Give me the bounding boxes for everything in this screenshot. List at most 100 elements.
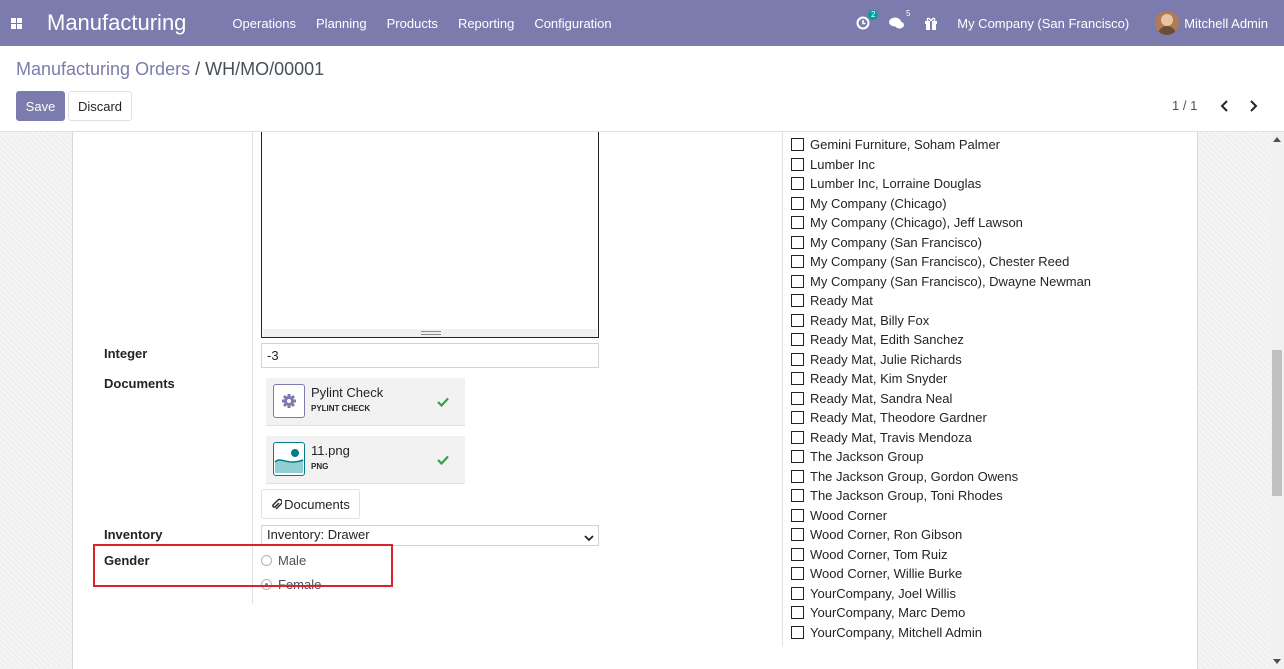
checkbox-label: Ready Mat, Julie Richards: [810, 351, 962, 367]
partner-checkbox-item[interactable]: Gemini Furniture, Soham Palmer: [791, 135, 1000, 154]
menu-products[interactable]: Products: [387, 16, 438, 31]
checkbox[interactable]: [791, 274, 804, 288]
partner-checkbox-item[interactable]: Lumber Inc: [791, 155, 875, 174]
documents-upload-button[interactable]: Documents: [261, 489, 360, 519]
checkbox[interactable]: [791, 333, 804, 346]
user-avatar[interactable]: [1155, 11, 1180, 35]
partner-checkbox-item[interactable]: My Company (Chicago): [791, 194, 947, 213]
pager-previous-icon[interactable]: [1218, 98, 1232, 114]
pager-next-icon[interactable]: [1246, 98, 1260, 114]
checkbox[interactable]: [791, 235, 804, 249]
checkbox[interactable]: [791, 469, 804, 483]
partner-checkbox-item[interactable]: The Jackson Group, Gordon Owens: [791, 467, 1018, 486]
vertical-scrollbar[interactable]: [1270, 132, 1284, 669]
breadcrumb: Manufacturing Orders / WH/MO/00001: [16, 59, 324, 80]
inventory-select[interactable]: Inventory: Drawer: [261, 525, 599, 546]
menu-configuration[interactable]: Configuration: [534, 16, 611, 31]
checkbox-label: Wood Corner, Tom Ruiz: [810, 546, 948, 562]
checkbox[interactable]: [791, 567, 804, 580]
checkbox[interactable]: [791, 606, 804, 619]
company-switcher[interactable]: My Company (San Francisco): [957, 16, 1129, 31]
radio-label: Male: [278, 553, 307, 568]
checkbox-label: Wood Corner, Willie Burke: [810, 566, 963, 581]
html-textarea[interactable]: [261, 132, 599, 338]
checkbox[interactable]: [791, 216, 804, 229]
apps-menu-icon[interactable]: [0, 0, 32, 46]
partner-checkbox-item[interactable]: Ready Mat, Travis Mendoza: [791, 428, 972, 447]
partner-checkbox-item[interactable]: My Company (San Francisco), Dwayne Newma…: [791, 272, 1091, 291]
partner-checkbox-item[interactable]: My Company (San Francisco), Chester Reed: [791, 252, 1069, 271]
paperclip-icon: [272, 498, 283, 509]
checkbox-label: Lumber Inc: [810, 156, 876, 172]
partner-checkbox-item[interactable]: Ready Mat: [791, 291, 873, 310]
partner-checkbox-item[interactable]: Ready Mat, Sandra Neal: [791, 389, 952, 408]
partner-checkbox-item[interactable]: My Company (Chicago), Jeff Lawson: [791, 213, 1023, 232]
checkbox-label: The Jackson Group, Gordon Owens: [810, 468, 1019, 484]
checkbox[interactable]: [791, 450, 804, 463]
radio-button[interactable]: [261, 579, 272, 590]
checkbox[interactable]: [791, 547, 804, 561]
checkbox[interactable]: [791, 508, 804, 522]
partner-checkbox-item[interactable]: Wood Corner, Ron Gibson: [791, 525, 962, 544]
checkbox[interactable]: [791, 255, 804, 268]
partner-checkbox-item[interactable]: Lumber Inc, Lorraine Douglas: [791, 174, 981, 193]
gender-radio-male[interactable]: Male: [261, 553, 306, 568]
scroll-up-icon[interactable]: [1273, 137, 1281, 142]
top-navbar: Manufacturing Operations Planning Produc…: [0, 0, 1284, 46]
breadcrumb-parent-link[interactable]: Manufacturing Orders: [16, 59, 190, 79]
partner-checkbox-item[interactable]: Wood Corner, Willie Burke: [791, 564, 962, 583]
checkbox[interactable]: [791, 489, 804, 502]
gift-icon[interactable]: [924, 16, 938, 30]
resize-grip-icon[interactable]: [421, 331, 441, 335]
app-name[interactable]: Manufacturing: [47, 10, 186, 36]
partner-checkbox-item[interactable]: Ready Mat, Edith Sanchez: [791, 330, 964, 349]
checkbox[interactable]: [791, 313, 804, 327]
checkbox[interactable]: [791, 294, 804, 307]
user-menu[interactable]: Mitchell Admin: [1184, 16, 1268, 31]
pager-value[interactable]: 1 / 1: [1172, 98, 1197, 113]
save-button[interactable]: Save: [16, 91, 65, 121]
checkbox[interactable]: [791, 177, 804, 190]
partner-checkbox-item[interactable]: YourCompany, Joel Willis: [791, 584, 956, 603]
partner-checkbox-item[interactable]: My Company (San Francisco): [791, 233, 982, 252]
radio-button[interactable]: [261, 555, 272, 566]
partner-checkbox-item[interactable]: Wood Corner: [791, 506, 887, 525]
partner-checkbox-item[interactable]: Ready Mat, Theodore Gardner: [791, 408, 987, 427]
partner-checkbox-item[interactable]: YourCompany, Mitchell Admin: [791, 623, 982, 642]
menu-planning[interactable]: Planning: [316, 16, 367, 31]
checkbox[interactable]: [791, 391, 804, 405]
checkbox[interactable]: [791, 157, 804, 171]
checkbox[interactable]: [791, 625, 804, 639]
checkbox[interactable]: [791, 528, 804, 541]
document-name: 11.png: [311, 443, 350, 458]
integer-input[interactable]: [261, 343, 599, 368]
gender-radio-female[interactable]: Female: [261, 577, 321, 592]
checkbox[interactable]: [791, 430, 804, 444]
document-card-pylint[interactable]: Pylint Check PYLINT CHECK: [266, 378, 465, 426]
partner-checkbox-item[interactable]: The Jackson Group, Toni Rhodes: [791, 486, 1003, 505]
messages-chat-icon[interactable]: 5: [889, 9, 910, 30]
scrollbar-thumb[interactable]: [1272, 350, 1282, 496]
activity-clock-icon[interactable]: 2: [856, 10, 879, 30]
partner-checkbox-item[interactable]: YourCompany, Marc Demo: [791, 603, 965, 622]
document-card-png[interactable]: 11.png PNG: [266, 436, 465, 484]
checkbox[interactable]: [791, 372, 804, 385]
column-divider: [252, 132, 253, 604]
partner-checkbox-item[interactable]: Wood Corner, Tom Ruiz: [791, 545, 948, 564]
partner-checkbox-item[interactable]: Ready Mat, Billy Fox: [791, 311, 929, 330]
document-extension: PNG: [311, 462, 329, 471]
partner-checkbox-item[interactable]: Ready Mat, Julie Richards: [791, 350, 962, 369]
checkbox[interactable]: [791, 411, 804, 424]
document-extension: PYLINT CHECK: [311, 404, 371, 413]
checkbox[interactable]: [791, 352, 804, 366]
checkbox-label: Wood Corner, Ron Gibson: [810, 527, 963, 542]
partner-checkbox-item[interactable]: Ready Mat, Kim Snyder: [791, 369, 947, 388]
menu-operations[interactable]: Operations: [232, 16, 296, 31]
checkbox[interactable]: [791, 196, 804, 210]
menu-reporting[interactable]: Reporting: [458, 16, 514, 31]
discard-button[interactable]: Discard: [68, 91, 132, 121]
partner-checkbox-item[interactable]: The Jackson Group: [791, 447, 923, 466]
checkbox[interactable]: [791, 586, 804, 600]
checkbox[interactable]: [791, 138, 804, 151]
scroll-down-icon[interactable]: [1273, 659, 1281, 664]
